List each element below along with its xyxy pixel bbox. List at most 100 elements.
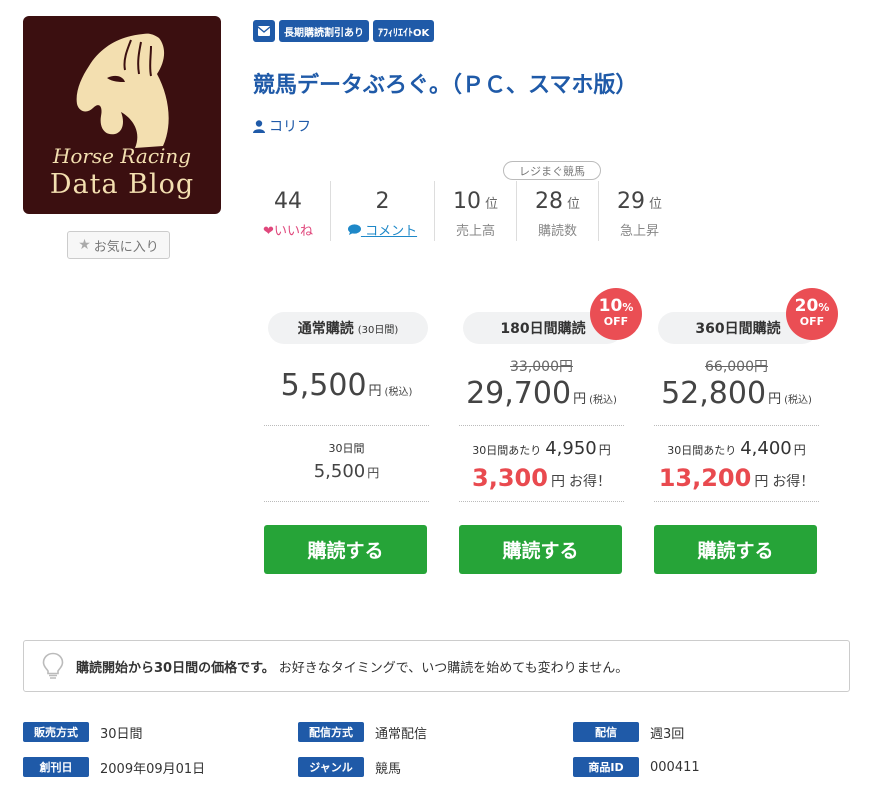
savings-amount: 3,300 (472, 464, 548, 492)
plan-name: 180日間購読 (500, 321, 586, 337)
subscribe-button-standard[interactable]: 購読する (264, 525, 427, 574)
plan-price: 29,700 円 (税込) (459, 376, 624, 411)
yen-unit: 円 (598, 443, 611, 457)
sales-rank-stat: 10 位 売上高 (434, 181, 516, 241)
meta-value: 000411 (650, 759, 700, 775)
subscribe-button-360-days[interactable]: 購読する (654, 525, 817, 574)
meta-value: 週3回 (650, 726, 685, 742)
meta-delivery-frequency: 配信 週3回 (573, 722, 848, 742)
speech-bubble-icon (347, 224, 361, 235)
subscribers-rank-value: 28 (534, 189, 563, 214)
page-title: 競馬データぶろぐ。（ＰＣ、スマホ版） (253, 73, 638, 98)
savings-amount: 13,200 (658, 464, 752, 492)
notice-bold: 購読開始から30日間の価格です。 (76, 660, 275, 676)
yen-unit: 円 (550, 474, 565, 490)
mail-icon (258, 26, 270, 36)
likes-label: いいね (273, 224, 313, 239)
meta-row-1: 販売方式 30日間 配信方式 通常配信 配信 週3回 (23, 722, 873, 742)
favorite-label: お気に入り (93, 239, 159, 255)
savings: 3,300 円お得！ (459, 464, 624, 492)
plan-price: 5,500 円 (税込) (264, 368, 429, 403)
meta-label: 創刊日 (23, 757, 89, 777)
yen-unit: 円 (573, 392, 587, 407)
mail-tag (253, 20, 275, 42)
yen-unit: 円 (793, 443, 806, 457)
tag-affiliate-ok: ｱﾌｨﾘｴｲﾄOK (373, 20, 435, 42)
rising-rank-stat: 29 位 急上昇 (598, 181, 680, 241)
divider (654, 501, 819, 502)
per-price-value: 4,400 (740, 438, 792, 459)
plan-price: 52,800 円 (税込) (654, 376, 819, 411)
percent-sign: % (818, 301, 830, 314)
pricing-notice: 購読開始から30日間の価格です。 お好きなタイミングで、いつ購読を始めても変わり… (23, 640, 850, 692)
meta-label: 配信 (573, 722, 639, 742)
per-price-value: 5,500 (313, 461, 366, 482)
rank-unit: 位 (648, 197, 662, 212)
savings-suffix: お得！ (772, 474, 815, 490)
discount-percent: 10 (598, 296, 623, 316)
heart-icon: ❤ (263, 224, 274, 239)
stats-bar: 44 ❤いいね 2 コメント 10 位 売上高 28 位 購読数 29 位 急上昇 (246, 181, 680, 241)
yen-unit: 円 (768, 392, 782, 407)
divider (654, 425, 819, 426)
discount-badge: 20% OFF (786, 288, 838, 340)
star-icon: ★ (78, 237, 91, 253)
tax-note: (税込) (784, 395, 812, 406)
rising-rank-label: 急上昇 (619, 224, 659, 239)
meta-value: 通常配信 (375, 726, 428, 742)
tax-note: (税込) (384, 387, 413, 398)
per-period-label: 30日間 (328, 442, 365, 455)
plan-period: (30日間) (357, 324, 399, 336)
notice-text: お好きなタイミングで、いつ購読を始めても変わりません。 (278, 660, 629, 676)
yen-unit: 円 (368, 384, 382, 399)
favorite-button[interactable]: ★ お気に入り (67, 231, 170, 259)
meta-genre: ジャンル 競馬 (298, 757, 573, 777)
per-price-value: 4,950 (545, 438, 597, 459)
rank-unit: 位 (484, 197, 498, 212)
off-label: OFF (603, 315, 629, 328)
plan-360-days: 360日間購読 20% OFF 66,000円 52,800 円 (税込) 30日間… (654, 288, 838, 584)
person-icon (253, 119, 265, 133)
logo-text-line1: Horse Racing (52, 144, 192, 168)
per-period-label: 30日間あたり (472, 444, 542, 457)
price-value: 52,800 (661, 376, 767, 411)
per-period-price: 30日間あたり 4,950 円 (459, 438, 624, 459)
plan-standard-header: 通常購読 (30日間) (268, 312, 428, 344)
comments-stat[interactable]: 2 コメント (330, 181, 434, 241)
subscribers-rank-stat: 28 位 購読数 (516, 181, 598, 241)
lightbulb-icon (42, 652, 64, 679)
sales-rank-value: 10 (452, 189, 481, 214)
blog-logo: Horse Racing Data Blog (23, 16, 221, 214)
meta-value: 競馬 (375, 761, 402, 777)
original-price: 66,000円 (705, 359, 768, 375)
meta-product-id: 商品ID 000411 (573, 757, 848, 777)
plan-name: 360日間購読 (695, 321, 781, 337)
savings: 13,200 円お得！ (654, 464, 819, 492)
subscribe-button-180-days[interactable]: 購読する (459, 525, 622, 574)
logo-text-line2: Data Blog (49, 169, 195, 200)
author-name: コリフ (269, 119, 311, 135)
original-price: 33,000円 (510, 359, 573, 375)
price-value: 5,500 (280, 368, 367, 403)
percent-sign: % (622, 301, 634, 314)
meta-launch-date: 創刊日 2009年09月01日 (23, 757, 298, 777)
per-period-price: 5,500 円 (264, 461, 429, 482)
off-label: OFF (799, 315, 825, 328)
per-period-price: 30日間あたり 4,400 円 (654, 438, 819, 459)
tag-list: 長期購読割引あり ｱﾌｨﾘｴｲﾄOK (253, 20, 435, 42)
rising-rank-value: 29 (616, 189, 645, 214)
author-link[interactable]: コリフ (253, 116, 311, 136)
comments-label: コメント (365, 224, 418, 239)
rank-unit: 位 (566, 197, 580, 212)
meta-value: 30日間 (100, 726, 143, 742)
per-period-label: 30日間あたり (667, 444, 737, 457)
sales-rank-label: 売上高 (455, 224, 495, 239)
divider (459, 501, 624, 502)
meta-label: ジャンル (298, 757, 364, 777)
likes-count: 44 (274, 189, 302, 214)
plan-name: 通常購読 (297, 321, 354, 337)
divider (264, 501, 429, 502)
subscribers-rank-label: 購読数 (537, 224, 577, 239)
discount-badge: 10% OFF (590, 288, 642, 340)
likes-stat[interactable]: 44 ❤いいね (246, 181, 330, 241)
